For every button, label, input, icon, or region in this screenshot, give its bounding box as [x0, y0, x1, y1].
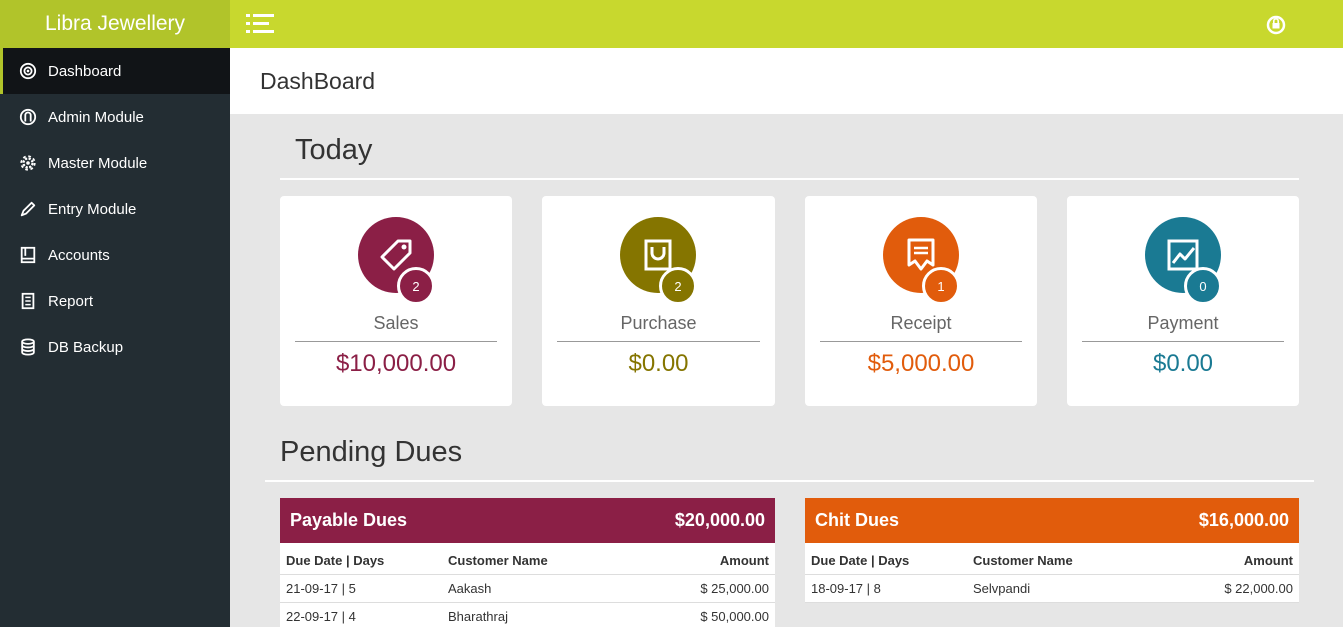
sales-value: $10,000.00	[335, 350, 457, 377]
column-header-due-date: Due Date | Days	[805, 543, 967, 575]
sales-card[interactable]: 2 Sales $10,000.00	[280, 196, 512, 406]
column-header-amount: Amount	[1159, 543, 1299, 575]
pending-dues-heading: Pending Dues	[280, 436, 463, 468]
due-date-cell: 18-09-17 | 8	[805, 574, 967, 603]
table-header-row: Due Date | Days Customer Name Amount	[280, 543, 775, 575]
today-divider	[280, 178, 1299, 180]
chit-dues-header: Chit Dues $16,000.00	[805, 498, 1299, 543]
sales-count-badge: 2	[397, 267, 435, 305]
sidebar-item-label: Accounts	[48, 246, 110, 264]
receipt-count-badge: 1	[922, 267, 960, 305]
payment-card[interactable]: 0 Payment $0.00	[1067, 196, 1299, 406]
database-icon	[18, 337, 38, 357]
payment-count-badge: 0	[1184, 267, 1222, 305]
customer-cell: Selvpandi	[967, 574, 1160, 603]
card-separator	[295, 341, 497, 342]
sidebar: Libra Jewellery Dashboard Admin Module M…	[0, 0, 230, 627]
sidebar-item-label: Report	[48, 292, 94, 310]
sidebar-item-report[interactable]: Report	[0, 278, 230, 324]
sidebar-item-admin-module[interactable]: Admin Module	[0, 94, 230, 140]
card-separator	[820, 341, 1022, 342]
receipt-value: $5,000.00	[867, 350, 975, 377]
table-row[interactable]: 21-09-17 | 5 Aakash $ 25,000.00	[280, 574, 775, 603]
sidebar-item-db-backup[interactable]: DB Backup	[0, 324, 230, 370]
sidebar-item-label: Entry Module	[48, 200, 137, 218]
chit-dues-title: Chit Dues	[815, 510, 900, 530]
gear-icon	[18, 153, 38, 173]
purchase-value: $0.00	[628, 350, 689, 377]
sidebar-item-entry-module[interactable]: Entry Module	[0, 186, 230, 232]
due-date-cell: 21-09-17 | 5	[280, 574, 442, 603]
admin-icon	[18, 107, 38, 127]
due-date-cell: 22-09-17 | 4	[280, 602, 442, 627]
purchase-label: Purchase	[620, 313, 697, 333]
amount-cell: $ 22,000.00	[1159, 574, 1299, 603]
payable-dues-panel: Payable Dues $20,000.00 Due Date | Days …	[280, 498, 775, 627]
receipt-label: Receipt	[890, 313, 952, 333]
today-heading: Today	[295, 134, 373, 166]
top-bar	[230, 0, 1343, 48]
amount-cell: $ 50,000.00	[635, 602, 775, 627]
pencil-icon	[18, 199, 38, 219]
amount-cell: $ 25,000.00	[635, 574, 775, 603]
column-header-customer: Customer Name	[967, 543, 1160, 575]
sidebar-item-label: Admin Module	[48, 108, 144, 126]
report-icon	[18, 291, 38, 311]
chit-dues-table: Due Date | Days Customer Name Amount 18-…	[805, 543, 1299, 603]
logout-icon[interactable]	[1265, 13, 1287, 35]
receipt-card[interactable]: 1 Receipt $5,000.00	[805, 196, 1037, 406]
page-title: DashBoard	[260, 68, 376, 94]
table-header-row: Due Date | Days Customer Name Amount	[805, 543, 1299, 575]
purchase-count-badge: 2	[659, 267, 697, 305]
card-separator	[1082, 341, 1284, 342]
card-separator	[557, 341, 760, 342]
sidebar-item-dashboard[interactable]: Dashboard	[0, 48, 230, 94]
payment-value: $0.00	[1152, 350, 1214, 377]
chit-dues-panel: Chit Dues $16,000.00 Due Date | Days Cus…	[805, 498, 1299, 603]
chit-dues-total: $16,000.00	[1198, 510, 1289, 530]
sidebar-item-accounts[interactable]: Accounts	[0, 232, 230, 278]
table-row[interactable]: 18-09-17 | 8 Selvpandi $ 22,000.00	[805, 574, 1299, 603]
payable-dues-header: Payable Dues $20,000.00	[280, 498, 775, 543]
payment-label: Payment	[1147, 313, 1219, 333]
customer-cell: Aakash	[442, 574, 636, 603]
sidebar-item-label: Master Module	[48, 154, 148, 172]
book-icon	[18, 245, 38, 265]
table-row[interactable]: 22-09-17 | 4 Bharathraj $ 50,000.00	[280, 602, 775, 627]
pending-divider	[265, 480, 1314, 482]
payable-dues-total: $20,000.00	[674, 510, 765, 530]
customer-cell: Bharathraj	[442, 602, 636, 627]
column-header-due-date: Due Date | Days	[280, 543, 442, 575]
purchase-card[interactable]: 2 Purchase $0.00	[542, 196, 775, 406]
payable-dues-table: Due Date | Days Customer Name Amount 21-…	[280, 543, 775, 627]
brand-logo[interactable]: Libra Jewellery	[0, 0, 230, 48]
sidebar-item-label: Dashboard	[48, 62, 122, 80]
dashboard-icon	[18, 61, 38, 81]
page-header: DashBoard	[230, 48, 1343, 114]
sidebar-item-master-module[interactable]: Master Module	[0, 140, 230, 186]
column-header-amount: Amount	[635, 543, 775, 575]
sidebar-item-label: DB Backup	[48, 338, 124, 356]
column-header-customer: Customer Name	[442, 543, 636, 575]
sales-label: Sales	[373, 313, 419, 333]
menu-toggle-icon[interactable]	[244, 11, 276, 37]
payable-dues-title: Payable Dues	[290, 510, 408, 530]
